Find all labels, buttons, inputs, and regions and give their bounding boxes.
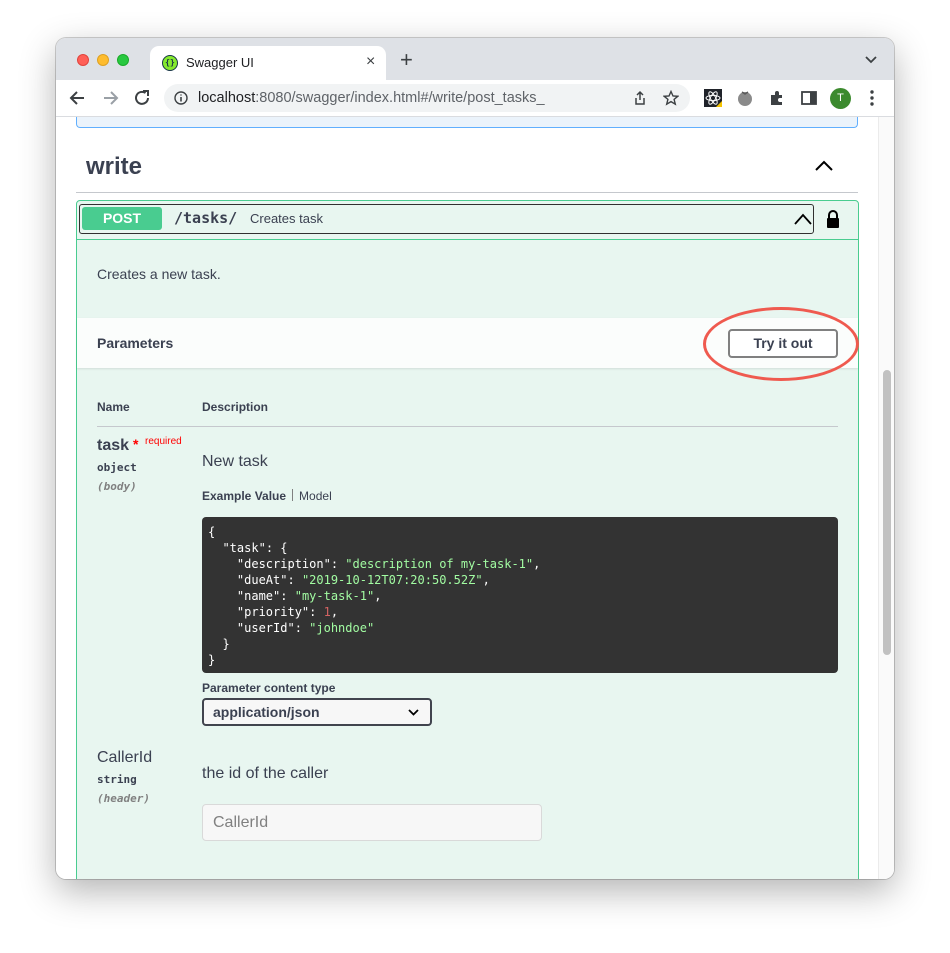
tab-search-chevron-icon[interactable] (863, 51, 879, 67)
param-name-callerid: CallerId (97, 749, 153, 766)
page-content: write POST /tasks/ Creates task Creates … (56, 117, 894, 879)
operation-path: /tasks/ (174, 209, 238, 227)
chevron-down-icon (408, 709, 419, 716)
page-scrollbar[interactable] (878, 117, 894, 879)
scrollbar-thumb[interactable] (883, 370, 891, 655)
back-arrow-icon[interactable] (68, 88, 88, 108)
section-divider (76, 192, 858, 193)
tab-close-icon[interactable]: × (366, 53, 375, 71)
param-type-callerid: string (97, 773, 137, 786)
tab-separator (292, 489, 294, 501)
url-text: localhost:8080/swagger/index.html#/write… (198, 90, 545, 106)
code-line: } (208, 653, 216, 667)
param-description-callerid: the id of the caller (202, 765, 329, 782)
close-window-button[interactable] (77, 54, 89, 66)
forward-arrow-icon[interactable] (100, 88, 120, 108)
code-line: "priority": 1, (236, 605, 339, 619)
side-panel-icon[interactable] (799, 88, 819, 108)
param-location-callerid: (header) (97, 792, 150, 805)
lock-icon[interactable] (825, 209, 841, 229)
minimize-window-button[interactable] (97, 54, 109, 66)
site-info-icon[interactable] (174, 91, 188, 105)
content-type-select[interactable]: application/json (202, 698, 432, 726)
code-line: "description": "description of my-task-1… (236, 557, 541, 571)
column-header-description: Description (202, 400, 269, 414)
profile-avatar[interactable]: T (830, 88, 851, 109)
react-devtools-extension-icon[interactable] (703, 88, 723, 108)
content-type-value: application/json (213, 704, 320, 720)
browser-window: {} Swagger UI × + localhost:8080/swagger… (56, 38, 894, 879)
example-model-tabs: Example Value Model (202, 489, 332, 503)
address-bar[interactable]: localhost:8080/swagger/index.html#/write… (164, 84, 690, 112)
tab-title: Swagger UI (186, 55, 254, 70)
bookmark-star-icon[interactable] (663, 90, 679, 106)
url-host: localhost (198, 90, 256, 106)
url-path: :8080/swagger/index.html#/write/post_tas… (255, 90, 545, 106)
code-line: } (222, 637, 230, 651)
operation-divider (77, 239, 858, 240)
section-collapse-chevron-icon[interactable] (814, 159, 834, 173)
column-header-name: Name (97, 400, 130, 414)
param-location-task: (body) (97, 480, 137, 493)
zoom-window-button[interactable] (117, 54, 129, 66)
callerid-input[interactable]: CallerId (202, 804, 542, 841)
browser-toolbar: localhost:8080/swagger/index.html#/write… (56, 80, 894, 117)
tab-model[interactable]: Model (299, 489, 332, 503)
extensions-puzzle-icon[interactable] (767, 88, 787, 108)
highlight-annotation (703, 307, 859, 381)
content-type-label: Parameter content type (202, 681, 336, 695)
code-line: "dueAt": "2019-10-12T07:20:50.52Z", (236, 573, 490, 587)
operation-summary-text: Creates task (250, 211, 323, 226)
tab-strip: {} Swagger UI × + (56, 38, 894, 80)
param-name-task: task (97, 437, 130, 454)
method-badge: POST (82, 207, 162, 230)
operation-block: POST /tasks/ Creates task Creates a new … (76, 200, 859, 879)
example-value-code[interactable]: { "task": { "description": "description … (202, 517, 838, 673)
previous-operation-block (76, 117, 858, 128)
swagger-favicon-icon: {} (162, 55, 178, 71)
operation-collapse-chevron-icon[interactable] (794, 213, 812, 225)
parameters-title: Parameters (97, 335, 174, 351)
tab-example-value[interactable]: Example Value (202, 489, 286, 503)
tomato-extension-icon[interactable] (735, 88, 755, 108)
required-star: * (133, 436, 139, 452)
section-title[interactable]: write (86, 153, 142, 181)
code-line: "userId": "johndoe" (236, 621, 375, 635)
reload-icon[interactable] (132, 88, 152, 108)
new-tab-button[interactable]: + (400, 48, 413, 72)
code-line: "task": { (222, 541, 288, 555)
required-label: required (145, 436, 182, 447)
param-type-task: object (97, 461, 137, 474)
operation-summary[interactable]: POST /tasks/ Creates task (79, 204, 814, 234)
param-description-task: New task (202, 453, 268, 470)
code-line: { (208, 525, 216, 539)
browser-tab[interactable]: {} Swagger UI × (150, 46, 386, 80)
operation-description: Creates a new task. (97, 266, 221, 282)
share-icon[interactable] (632, 90, 648, 106)
code-line: "name": "my-task-1", (236, 589, 382, 603)
more-menu-icon[interactable] (862, 88, 882, 108)
column-header-divider (97, 426, 838, 427)
